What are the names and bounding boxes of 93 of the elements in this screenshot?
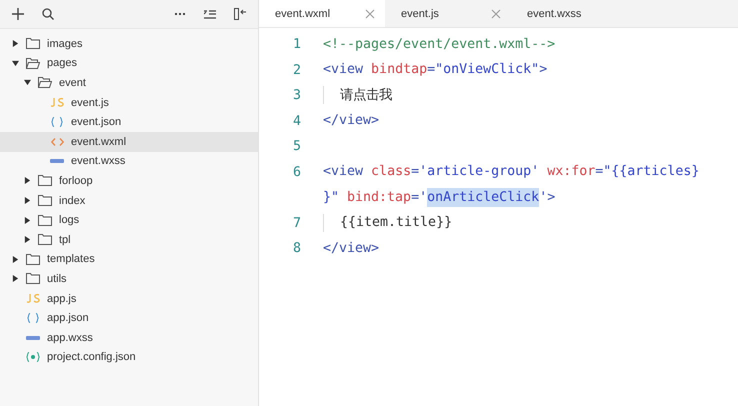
- code-token: 请点击我: [340, 86, 392, 105]
- open-folder-icon: [38, 77, 52, 88]
- line-number: 7: [292, 214, 301, 232]
- add-icon: [12, 8, 24, 20]
- search-icon: [42, 8, 54, 20]
- code-token: ': [419, 188, 428, 207]
- split-icon: [234, 8, 246, 20]
- code-token: >: [539, 61, 548, 80]
- code-token: class: [370, 163, 412, 182]
- code-token: <!--pages/event/event.wxml-->: [323, 36, 556, 54]
- code-token: <: [323, 163, 332, 182]
- close-icon[interactable]: [491, 8, 501, 18]
- code-token: >: [371, 112, 380, 130]
- line-number: 6: [292, 164, 301, 182]
- file-item[interactable]: event.wxss: [0, 152, 258, 172]
- folder-icon: [38, 195, 52, 206]
- line-number: 1: [292, 36, 301, 54]
- code-token: =: [595, 163, 604, 182]
- file-item[interactable]: app.js: [0, 288, 258, 308]
- code-token: }": [323, 188, 340, 207]
- folder-icon: [26, 254, 40, 265]
- caret-icon: [12, 275, 19, 282]
- code-token: view: [331, 163, 364, 182]
- code-token: </: [323, 240, 340, 258]
- angle-brackets-icon: [50, 138, 64, 146]
- split-button[interactable]: [232, 6, 248, 22]
- line-number: 5: [292, 138, 301, 156]
- editor-tab[interactable]: event.wxml: [259, 0, 385, 27]
- code-token: view: [331, 61, 364, 80]
- code-token: ': [539, 188, 548, 207]
- caret-icon: [24, 216, 31, 224]
- folder-item[interactable]: images: [0, 34, 258, 54]
- code-token: {{item.title}}: [340, 214, 452, 232]
- code-token: >: [371, 240, 380, 258]
- code-token: "onViewClick": [435, 61, 540, 80]
- code-token: view: [339, 112, 372, 130]
- stylesheet-icon: [50, 159, 64, 164]
- code-token: >: [547, 188, 556, 207]
- folder-icon: [26, 38, 40, 50]
- code-token: 'article-group': [419, 163, 540, 182]
- folder-item[interactable]: utils: [0, 269, 258, 289]
- editor-tab[interactable]: event.wxss: [511, 0, 637, 27]
- line-number: 3: [292, 87, 301, 105]
- folder-item[interactable]: pages: [0, 54, 258, 74]
- folder-icon: [38, 175, 52, 186]
- editor-tab[interactable]: event.js: [385, 0, 511, 27]
- line-number: 4: [292, 112, 301, 130]
- file-item[interactable]: event.js: [0, 92, 258, 112]
- js-file-icon: [24, 294, 42, 304]
- caret-icon: [12, 40, 19, 48]
- caret-icon: [24, 177, 31, 184]
- folder-item[interactable]: forloop: [0, 171, 258, 191]
- add-button[interactable]: [10, 6, 26, 22]
- file-item[interactable]: event.wxml: [0, 132, 258, 152]
- folder-item[interactable]: index: [0, 190, 258, 210]
- folder-item[interactable]: tpl: [0, 230, 258, 250]
- caret-icon: [24, 79, 31, 86]
- code-token: =: [411, 163, 420, 182]
- selected-text: onArticleClick: [427, 188, 540, 207]
- open-folder-icon: [26, 58, 40, 69]
- folder-icon: [26, 273, 40, 284]
- line-number: 2: [292, 62, 301, 80]
- code-token: <: [323, 61, 332, 80]
- caret-icon: [12, 256, 19, 263]
- stylesheet-icon: [26, 336, 40, 340]
- braces-icon: [51, 117, 63, 128]
- file-item[interactable]: event.json: [0, 112, 258, 132]
- caret-icon: [24, 197, 31, 204]
- code-token: bind:tap: [346, 188, 412, 207]
- code-token: =: [427, 61, 436, 80]
- code-token: "{{articles}: [603, 163, 700, 182]
- collapse-icon: [204, 10, 216, 18]
- caret-icon: [24, 236, 31, 244]
- code-token: bindtap: [370, 61, 428, 80]
- code-token: view: [339, 240, 372, 258]
- folder-item[interactable]: logs: [0, 210, 258, 230]
- braces-icon: [27, 313, 39, 324]
- js-file-icon: [48, 98, 66, 108]
- code-token: </: [323, 112, 340, 130]
- caret-icon: [12, 60, 19, 67]
- folder-item[interactable]: event: [0, 73, 258, 93]
- folder-icon: [38, 214, 52, 226]
- close-icon[interactable]: [365, 8, 375, 18]
- config-file-icon: [26, 352, 40, 362]
- folder-icon: [38, 234, 52, 246]
- folder-item[interactable]: templates: [0, 250, 258, 270]
- line-number: 8: [292, 240, 301, 258]
- file-item[interactable]: app.wxss: [0, 328, 258, 348]
- file-item[interactable]: project.config.json: [0, 348, 258, 368]
- code-token: =: [411, 188, 420, 207]
- code-token: wx:for: [546, 163, 596, 182]
- search-button[interactable]: [40, 6, 56, 22]
- file-item[interactable]: app.json: [0, 308, 258, 328]
